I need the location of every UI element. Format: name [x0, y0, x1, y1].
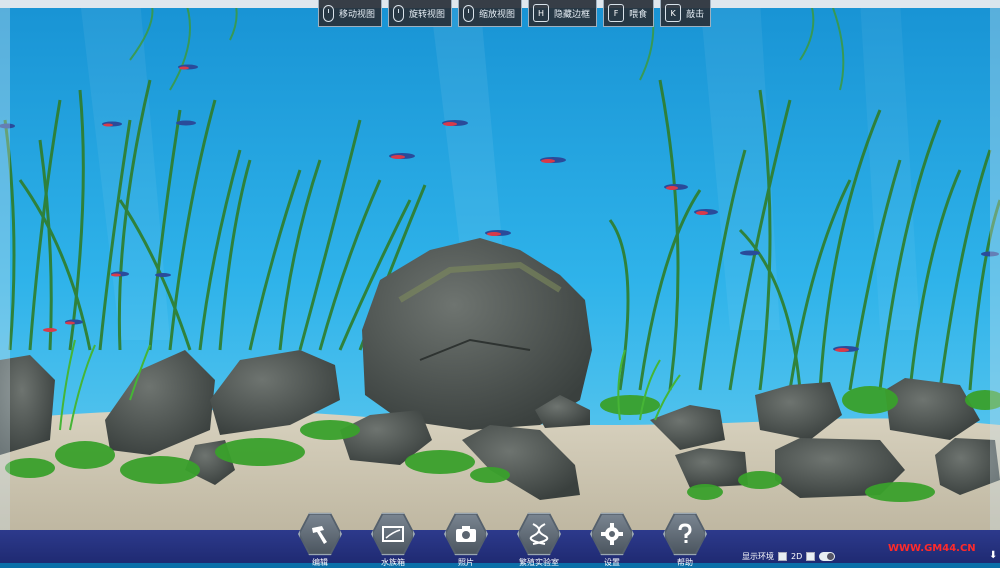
key-f-icon: F: [608, 4, 625, 22]
hint-feed: F 喂食: [603, 0, 655, 27]
hint-label: 敲击: [686, 9, 705, 20]
aquarium-scene[interactable]: [0, 0, 1000, 563]
arrow-down-icon[interactable]: ⬇: [989, 550, 997, 561]
show-environment-label: 显示环境: [742, 552, 774, 561]
gear-icon: [601, 523, 623, 545]
tank-frame-right: [990, 0, 1000, 563]
hint-move-view: 移动视图: [318, 0, 383, 27]
night-mode-toggle[interactable]: [819, 552, 836, 561]
camera-icon: [456, 526, 476, 542]
photo-button[interactable]: 照片: [444, 512, 488, 568]
environment-controls: 显示环境 2D: [742, 551, 836, 562]
hint-zoom-view: 缩放视图: [458, 0, 523, 27]
hint-label: 喂食: [629, 9, 648, 20]
hint-tap: K 敲击: [660, 0, 712, 27]
mode-2d-checkbox[interactable]: [806, 552, 816, 561]
hint-label: 隐藏边框: [554, 9, 591, 20]
hint-hide-border: H 隐藏边框: [528, 0, 598, 27]
help-button[interactable]: 帮助: [663, 512, 707, 568]
mouse-left-icon: [323, 4, 334, 22]
key-h-icon: H: [533, 4, 550, 22]
hint-label: 缩放视图: [479, 9, 516, 20]
breeding-lab-button[interactable]: 繁殖实验室: [517, 512, 561, 568]
main-toolbar: 编辑 水族箱 照片 繁殖实验室 设置 帮助: [298, 512, 707, 568]
hint-label: 移动视图: [339, 9, 376, 20]
hint-label: 旋转视图: [409, 9, 446, 20]
mouse-right-icon: [393, 4, 405, 22]
mouse-wheel-icon: [463, 4, 475, 22]
watermark: WWW.GM44.CN: [888, 543, 976, 554]
hint-rotate-view: 旋转视图: [388, 0, 453, 27]
tank-frame-left: [0, 0, 10, 563]
aquarium-button[interactable]: 水族箱: [371, 512, 415, 568]
help-icon: [678, 523, 692, 543]
key-k-icon: K: [665, 4, 682, 22]
show-environment-checkbox[interactable]: [778, 552, 787, 561]
settings-button[interactable]: 设置: [590, 512, 634, 568]
hammer-icon: [312, 526, 327, 544]
dna-icon: [529, 523, 549, 545]
aquarium-icon: [382, 526, 404, 542]
control-hints-bar: 移动视图 旋转视图 缩放视图 H 隐藏边框 F 喂食 K 敲击: [318, 0, 712, 27]
edit-button[interactable]: 编辑: [298, 512, 342, 568]
mode-2d-label: 2D: [791, 552, 803, 561]
